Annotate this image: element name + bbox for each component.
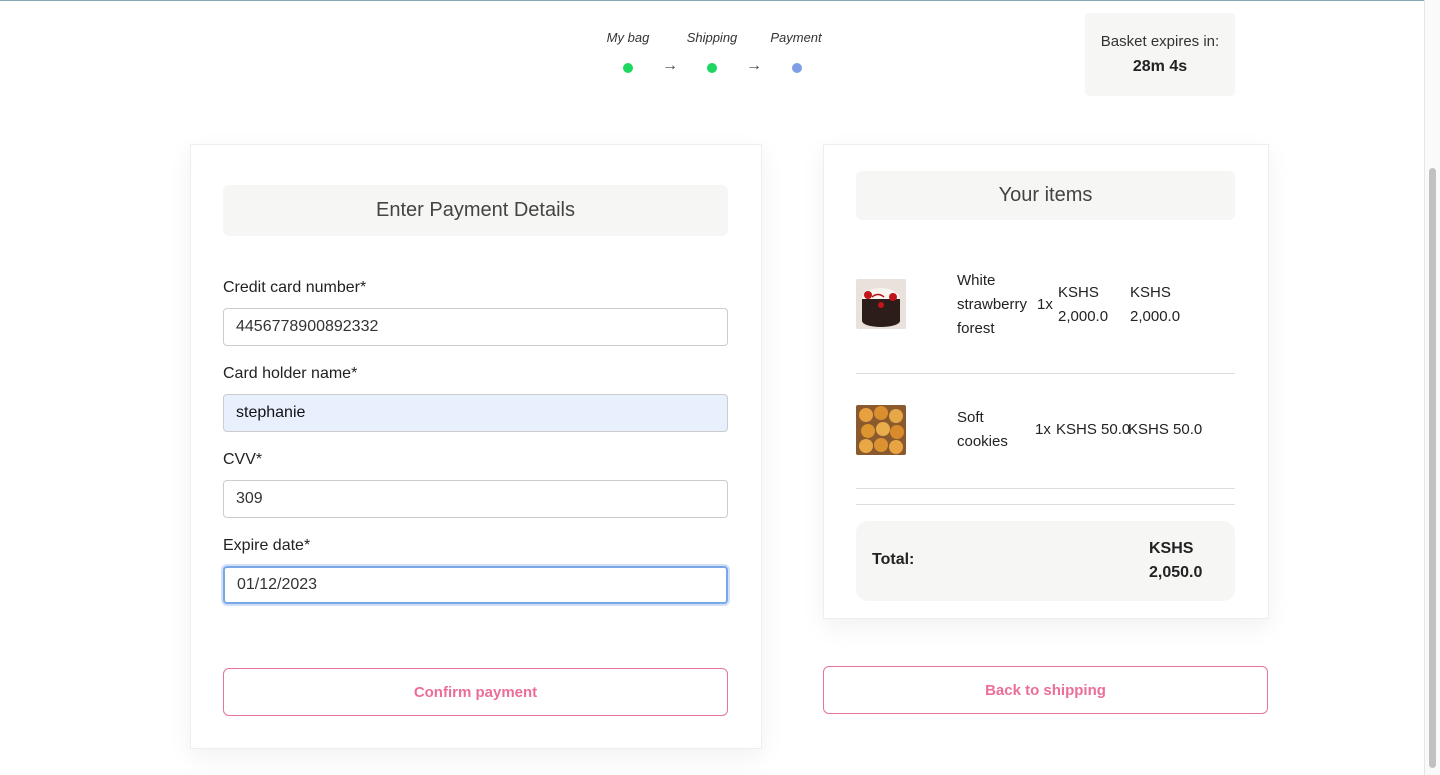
cake-thumbnail-icon <box>856 279 906 329</box>
step-done-dot <box>623 63 633 73</box>
total-label: Total: <box>872 551 915 568</box>
cookies-thumbnail-icon <box>856 405 906 455</box>
step-label: My bag <box>606 30 650 45</box>
basket-expiry-box: Basket expires in: 28m 4s <box>1085 13 1235 96</box>
step-current-dot <box>792 63 802 73</box>
expire-date-input[interactable] <box>223 566 728 604</box>
items-card: Your items White strawberry forest 1x KS… <box>823 144 1269 619</box>
order-total: Total: KSHS 2,050.0 <box>856 521 1235 601</box>
item-quantity: 1x <box>1035 421 1051 438</box>
card-number-label: Credit card number* <box>223 279 367 296</box>
item-line-total: KSHS 2,000.0 <box>1130 281 1180 329</box>
item-name-line: Soft <box>957 409 984 426</box>
payment-card: Enter Payment Details Credit card number… <box>190 144 762 749</box>
cvv-label: CVV* <box>223 451 263 468</box>
checkout-stepper: My bag → Shipping → Payment <box>596 30 836 80</box>
items-heading: Your items <box>856 171 1235 220</box>
basket-expiry-label: Basket expires in: <box>1100 33 1220 50</box>
step-my-bag[interactable]: My bag <box>606 30 650 45</box>
holder-name-input[interactable] <box>223 394 728 432</box>
basket-expiry-timer: 28m 4s <box>1132 58 1188 75</box>
item-name: White strawberry forest <box>957 269 1027 341</box>
item-name-line: White <box>957 272 996 289</box>
total-value: KSHS 2,050.0 <box>1149 537 1202 585</box>
step-payment[interactable]: Payment <box>770 30 822 45</box>
card-number-input[interactable] <box>223 308 728 346</box>
item-name-line: forest <box>957 320 995 337</box>
total-value-line: 2,050.0 <box>1149 564 1203 581</box>
total-value-line: KSHS <box>1149 540 1194 557</box>
confirm-payment-button[interactable]: Confirm payment <box>223 668 728 716</box>
back-to-shipping-button[interactable]: Back to shipping <box>823 666 1268 714</box>
step-shipping[interactable]: Shipping <box>686 30 738 45</box>
payment-heading: Enter Payment Details <box>223 185 728 236</box>
scrollbar[interactable] <box>1424 0 1440 775</box>
item-unit-price: KSHS 50.0 <box>1056 421 1131 438</box>
item-price-line: 2,000.0 <box>1058 308 1109 325</box>
item-unit-price: KSHS 2,000.0 <box>1058 281 1108 329</box>
arrow-right-icon: → <box>662 57 678 74</box>
item-line-total: KSHS 50.0 <box>1128 421 1203 438</box>
item-quantity: 1x <box>1037 296 1053 313</box>
items-divider <box>856 504 1235 505</box>
item-name: Soft cookies <box>957 406 1008 454</box>
item-price-line: KSHS <box>1058 284 1099 301</box>
cvv-input[interactable] <box>223 480 728 518</box>
step-label: Payment <box>770 30 822 45</box>
scrollbar-thumb[interactable] <box>1429 168 1436 768</box>
step-done-dot <box>707 63 717 73</box>
arrow-right-icon: → <box>746 57 762 74</box>
holder-name-label: Card holder name* <box>223 365 358 382</box>
top-border <box>0 0 1440 1</box>
item-name-line: cookies <box>957 433 1008 450</box>
expire-date-label: Expire date* <box>223 537 311 554</box>
item-name-line: strawberry <box>957 296 1028 313</box>
step-label: Shipping <box>686 30 738 45</box>
item-total-line: KSHS <box>1130 284 1171 301</box>
item-total-line: 2,000.0 <box>1130 308 1181 325</box>
